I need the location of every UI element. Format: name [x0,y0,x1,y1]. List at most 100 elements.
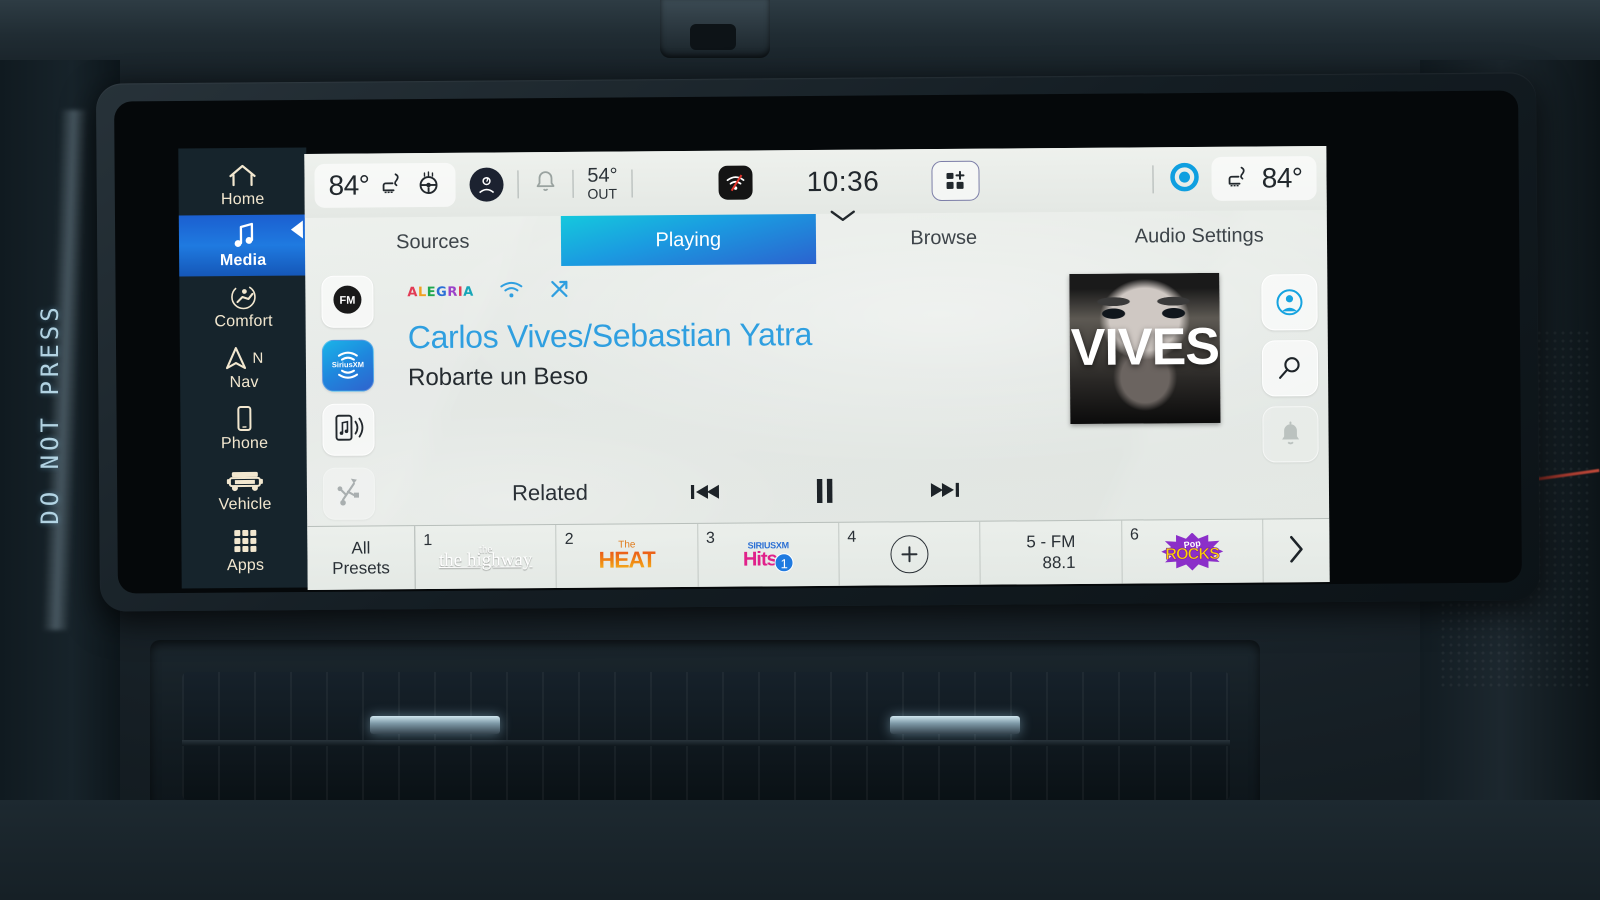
air-vent-control-right[interactable] [890,716,1020,734]
preset-number: 3 [705,529,715,547]
preset-fm-label: 5 - FM 88.1 [1026,532,1075,573]
clock-time: 10:36 [806,165,880,198]
channel-logo-alegria: ALEGRIA [407,284,474,300]
user-profile-icon[interactable] [1261,274,1318,331]
previous-track-icon[interactable] [645,479,765,504]
add-preset-icon[interactable] [890,534,929,573]
tab-sources[interactable]: Sources [305,216,561,268]
heated-seat-icon[interactable] [1226,164,1252,194]
phone-media-icon [331,412,365,448]
pause-icon[interactable] [765,475,885,506]
driver-temp-value: 84° [328,169,370,201]
grid-apps-icon [231,526,259,556]
status-divider [517,170,519,199]
sidebar-item-comfort[interactable]: Comfort [179,276,307,338]
logo-pop-rocks: Pop ROCKS [1161,532,1223,570]
outside-temp-value: 54° [587,164,618,187]
album-art[interactable]: VIVES [1069,272,1221,425]
status-divider [572,169,574,198]
sidebar-item-media[interactable]: Media [178,214,308,277]
air-vent-bar [182,740,1230,746]
now-playing-panel: FM SiriusXM ALEGRIA Carlos Vives/Sebasti… [305,260,1329,526]
phone-icon [234,404,254,434]
svg-text:FM: FM [339,295,355,307]
heated-seat-icon[interactable] [379,170,405,200]
bell-icon[interactable] [1262,406,1319,463]
preset-fm-title: 5 - FM [1026,532,1076,552]
tab-audio-settings[interactable]: Audio Settings [1071,210,1327,262]
shuffle-icon[interactable] [550,279,572,303]
chevron-right-icon [1287,533,1305,569]
channel-meta-row: ALEGRIA [407,276,1039,303]
preset-4-empty[interactable]: 4 [839,521,982,586]
sidebar-item-phone[interactable]: Phone [180,397,308,459]
lower-dash-panel [0,800,1600,900]
svg-text:SiriusXM: SiriusXM [332,360,364,369]
source-phone-media-button[interactable] [322,403,375,456]
source-rail: FM SiriusXM [305,267,379,526]
preset-number: 2 [564,530,574,548]
driver-profile-icon[interactable] [469,167,504,202]
active-indicator-caret [290,220,303,239]
notification-bell-icon[interactable] [532,168,558,200]
logo-the-highway: the the highway [439,544,533,571]
tab-browse[interactable]: Browse [816,212,1072,264]
all-presets-label-line2: Presets [332,557,390,578]
logo-the-heat-title: HEAT [598,546,656,574]
heated-steering-wheel-icon[interactable] [415,170,441,200]
sidebar-item-apps[interactable]: Apps [181,519,309,581]
passenger-climate-pill[interactable]: 84° [1211,156,1317,201]
siriusxm-icon: SiriusXM [329,345,367,387]
status-divider [631,169,633,198]
comfort-seat-icon [228,282,258,312]
add-widget-icon[interactable] [931,160,980,202]
source-siriusxm-button[interactable]: SiriusXM [321,339,375,392]
sidebar-item-label: Home [220,190,265,209]
sidebar-item-vehicle[interactable]: Vehicle [181,458,309,520]
source-fm-button[interactable]: FM [321,275,374,328]
preset-6[interactable]: 6 Pop ROCKS [1121,519,1264,584]
more-presets-button[interactable] [1263,519,1329,583]
music-note-icon [230,221,256,251]
search-icon[interactable] [1261,340,1319,397]
preset-3[interactable]: 3 SIRIUSXM Hits 1 [697,522,840,587]
preset-bar: All Presets 1 the the highway 2 The HEAT… [307,517,1330,591]
passenger-temp-value: 84° [1261,162,1303,194]
air-vent-control-left[interactable] [370,716,500,734]
logo-hits-badge: 1 [774,553,794,573]
media-tabs: Sources Playing Browse Audio Settings [305,210,1327,268]
sidebar-item-label: Phone [220,434,269,453]
fm-radio-icon: FM [330,283,364,321]
outside-temp-label: OUT [587,185,618,202]
voice-assistant-icon[interactable] [1168,160,1202,198]
all-presets-button[interactable]: All Presets [307,526,416,591]
preset-2[interactable]: 2 The HEAT [556,523,699,589]
truck-icon [225,465,265,495]
preset-fm-frequency: 88.1 [1042,552,1076,572]
home-icon [227,160,257,190]
right-action-rail [1249,260,1329,519]
air-vent-slats [182,672,1230,800]
sidebar-item-nav[interactable]: N Nav [180,336,308,398]
preset-1[interactable]: 1 the the highway [415,525,558,590]
logo-siriusxm-hits-1: SIRIUSXM Hits 1 [743,537,794,573]
track-info: ALEGRIA Carlos Vives/Sebastian Yatra Rob… [377,262,1041,525]
tab-playing[interactable]: Playing [560,214,817,267]
do-not-press-label: DO NOT PRESS [36,303,64,525]
preset-5-fm[interactable]: 5 - FM 88.1 [980,520,1123,585]
sidebar-item-label: Nav [229,373,259,392]
sidebar-item-label: Vehicle [218,495,272,514]
album-art-title: VIVES [1070,317,1220,378]
driver-climate-pill[interactable]: 84° [314,162,456,208]
dash-top-seam-slot [690,24,736,50]
usb-icon [334,476,364,512]
source-usb-button[interactable] [322,467,376,520]
next-track-icon[interactable] [885,478,1005,503]
status-bar: 84° 54° OUT 10:36 84° [304,145,1327,221]
related-button[interactable]: Related [455,479,645,506]
transport-controls: Related [455,474,1015,508]
wifi-off-icon[interactable] [718,165,753,200]
sidebar-item-home[interactable]: Home [178,154,306,216]
clock[interactable]: 10:36 [806,165,880,221]
outside-temperature: 54° OUT [587,164,618,202]
